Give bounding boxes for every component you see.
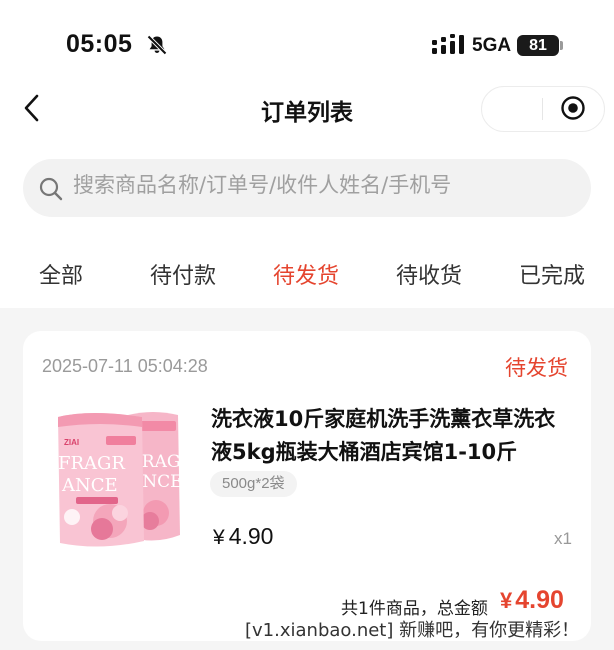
total-currency: ¥ <box>500 588 513 613</box>
product-name[interactable]: 洗衣液10斤家庭机洗手洗薰衣草洗衣液5kg瓶装大桶酒店宾馆1-10斤 <box>211 403 571 469</box>
product-image-line2: ANCE <box>61 475 118 496</box>
total-value: 4.90 <box>515 586 564 614</box>
network-type: 5GA <box>472 35 512 56</box>
tab-pending-shipment[interactable]: 待发货 <box>273 258 339 290</box>
product-spec-badge: 500g*2袋 <box>210 471 297 497</box>
product-price: ¥4.90 <box>213 523 273 550</box>
tab-completed[interactable]: 已完成 <box>519 258 585 290</box>
order-timestamp: 2025-07-11 05:04:28 <box>42 356 208 376</box>
search-input[interactable] <box>73 173 573 197</box>
battery-tip <box>560 41 563 50</box>
product-image-line1: FRAGR <box>58 453 125 474</box>
mute-bell-icon <box>147 35 167 55</box>
product-image-brand: ZIAI <box>64 438 79 447</box>
mini-program-capsule <box>481 86 605 132</box>
close-target-icon[interactable] <box>560 95 586 121</box>
price-value: 4.90 <box>228 523 274 549</box>
product-quantity: x1 <box>554 529 572 548</box>
battery-indicator: 81 <box>517 35 559 56</box>
tab-pending-payment[interactable]: 待付款 <box>150 258 216 290</box>
watermark-text: [v1.xianbao.net] 新赚吧，有你更精彩！ <box>245 620 580 641</box>
status-time: 05:05 <box>66 30 133 58</box>
product-image[interactable]: FRAG ANCE ZIAI FRAGR ANCE <box>50 405 195 550</box>
order-status: 待发货 <box>505 356 568 380</box>
tab-all[interactable]: 全部 <box>39 258 83 290</box>
cellular-signal-icon <box>432 34 464 54</box>
search-icon <box>39 177 63 201</box>
order-total: ¥4.90 <box>500 586 564 615</box>
price-currency: ¥ <box>213 526 225 549</box>
tab-pending-receipt[interactable]: 待收货 <box>396 258 462 290</box>
capsule-divider <box>542 98 543 120</box>
